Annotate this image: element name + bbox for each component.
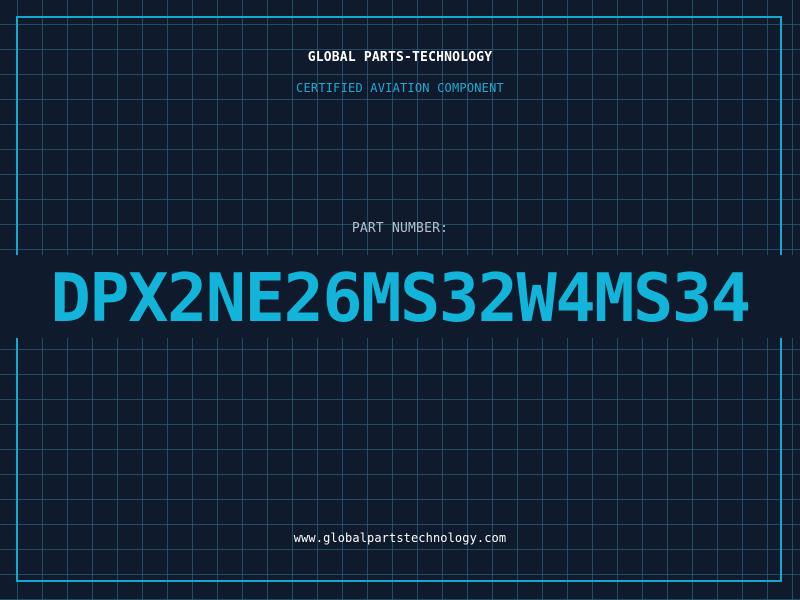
- part-label-card: GLOBAL PARTS-TECHNOLOGY CERTIFIED AVIATI…: [0, 0, 800, 600]
- certification-subtitle: CERTIFIED AVIATION COMPONENT: [296, 81, 504, 95]
- company-name: GLOBAL PARTS-TECHNOLOGY: [307, 50, 493, 65]
- part-number-value: DPX2NE26MS32W4MS34: [50, 259, 751, 337]
- part-number-label: PART NUMBER:: [351, 221, 449, 236]
- website-url: www.globalpartstechnology.com: [293, 531, 507, 545]
